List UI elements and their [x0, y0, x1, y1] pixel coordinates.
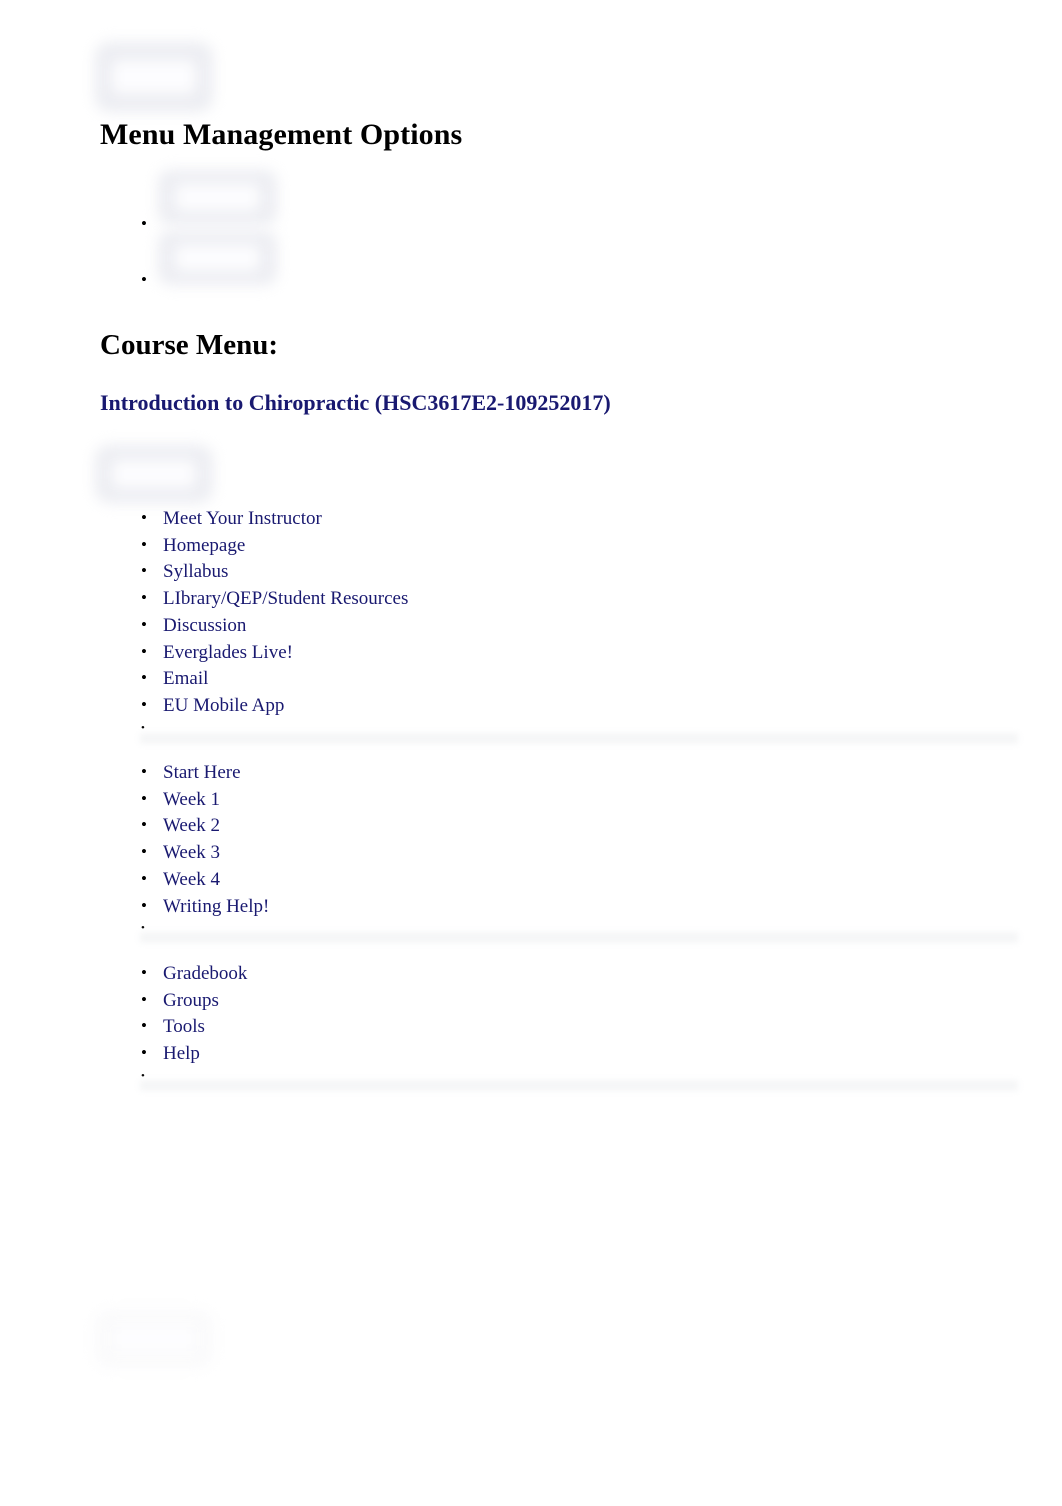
menu-item-groups[interactable]: Groups — [141, 987, 901, 1015]
menu-item-syllabus[interactable]: Syllabus — [141, 558, 901, 586]
footer-image-placeholder-inner — [111, 1325, 197, 1353]
menu-item-week-1[interactable]: Week 1 — [141, 786, 901, 814]
menu-item-email[interactable]: Email — [141, 665, 901, 693]
menu-item-gradebook[interactable]: Gradebook — [141, 960, 901, 988]
top-bullet-list — [141, 196, 641, 308]
list-item — [141, 252, 641, 308]
header-image-placeholder-inner — [111, 60, 197, 94]
course-title-link[interactable]: Introduction to Chiropractic (HSC3617E2-… — [100, 390, 611, 415]
header-image-placeholder — [95, 42, 213, 112]
course-menu-group-2: Start Here Week 1 Week 2 Week 3 Week 4 W… — [141, 759, 901, 936]
course-menu-image-placeholder — [95, 445, 213, 503]
menu-item-everglades-live[interactable]: Everglades Live! — [141, 639, 901, 667]
menu-item-writing-help[interactable]: Writing Help! — [141, 893, 901, 921]
menu-item-help[interactable]: Help — [141, 1040, 901, 1068]
menu-item-library-qep-student-resources[interactable]: LIbrary/QEP/Student Resources — [141, 585, 901, 613]
menu-item-week-4[interactable]: Week 4 — [141, 866, 901, 894]
group-separator-1 — [140, 733, 1018, 744]
menu-item-meet-your-instructor[interactable]: Meet Your Instructor — [141, 505, 901, 533]
footer-image-placeholder — [95, 1310, 213, 1368]
section-heading-course-menu: Course Menu: — [100, 329, 279, 361]
course-menu-group-3: Gradebook Groups Tools Help — [141, 960, 901, 1084]
menu-item-homepage[interactable]: Homepage — [141, 532, 901, 560]
menu-item-start-here[interactable]: Start Here — [141, 759, 901, 787]
group-separator-3 — [140, 1080, 1018, 1091]
course-menu-group-1: Meet Your Instructor Homepage Syllabus L… — [141, 505, 901, 736]
menu-item-week-2[interactable]: Week 2 — [141, 812, 901, 840]
page-title: Menu Management Options — [100, 118, 463, 151]
course-menu-image-placeholder-inner — [111, 460, 197, 488]
menu-item-week-3[interactable]: Week 3 — [141, 839, 901, 867]
menu-item-discussion[interactable]: Discussion — [141, 612, 901, 640]
menu-item-tools[interactable]: Tools — [141, 1013, 901, 1041]
document-page: Menu Management Options Course Menu: Int… — [0, 0, 1062, 1506]
list-item — [141, 196, 641, 252]
menu-item-eu-mobile-app[interactable]: EU Mobile App — [141, 692, 901, 720]
group-separator-2 — [140, 932, 1018, 943]
